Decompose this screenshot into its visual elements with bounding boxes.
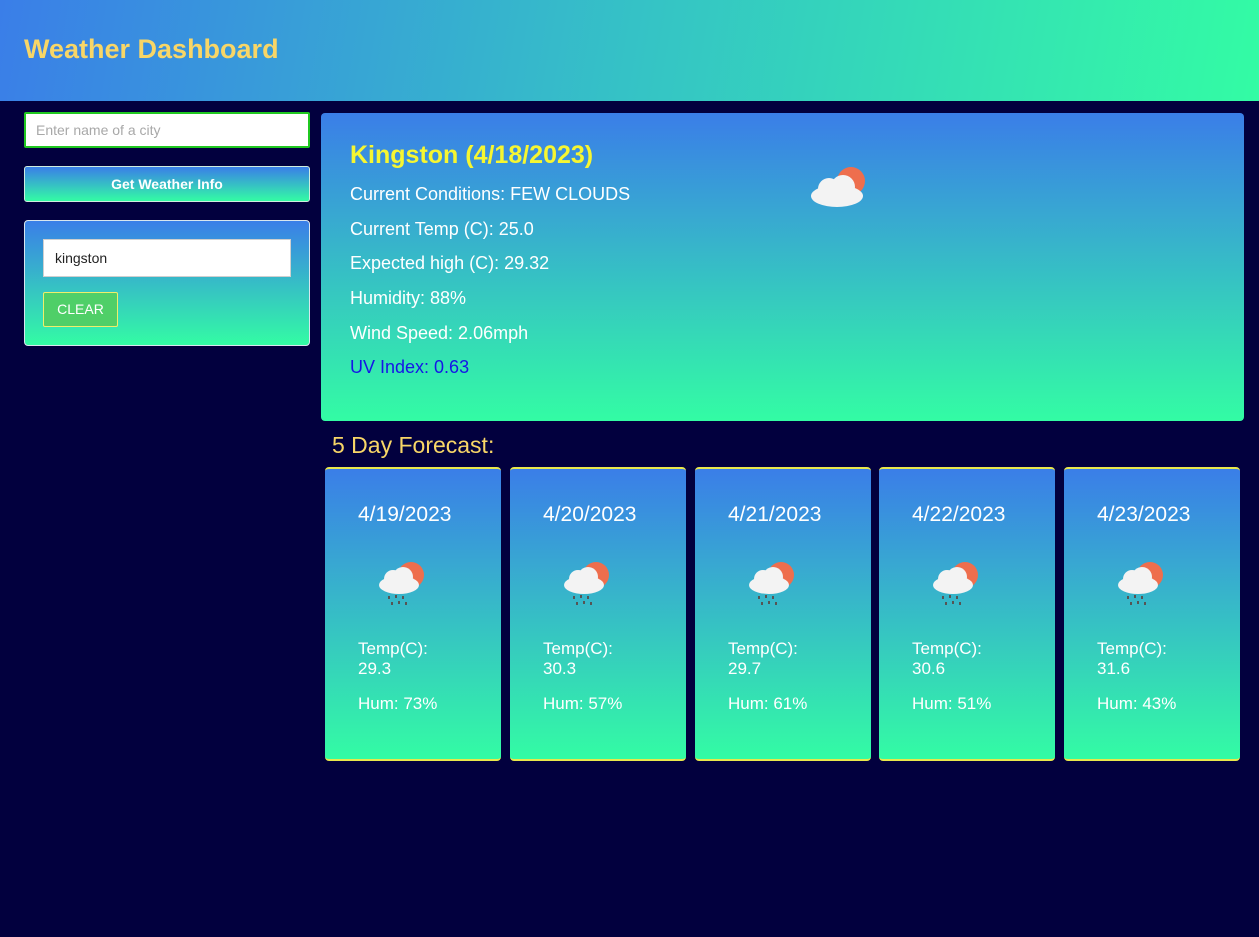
- forecast-card: 4/23/2023 Temp(C): 31.6 Hum: 43%: [1064, 467, 1240, 761]
- search-history-panel: kingston CLEAR: [24, 220, 310, 346]
- uv-index: UV Index: 0.63: [350, 357, 470, 377]
- forecast-card: 4/22/2023 Temp(C): 30.6 Hum: 51%: [879, 467, 1055, 761]
- header: Weather Dashboard: [0, 0, 1259, 101]
- forecast-temp-label: Temp(C):: [728, 639, 798, 658]
- forecast-title: 5 Day Forecast:: [332, 432, 495, 458]
- forecast-humidity: Hum: 43%: [1097, 694, 1177, 713]
- current-temp: Current Temp (C): 25.0: [350, 219, 534, 239]
- forecast-temp-value: 29.3: [358, 659, 392, 678]
- current-city-date: Kingston (4/18/2023): [350, 141, 594, 169]
- forecast-temp-label: Temp(C):: [1097, 639, 1167, 658]
- forecast-date: 4/20/2023: [543, 503, 637, 526]
- forecast-temp-value: 30.3: [543, 659, 577, 678]
- forecast-card: 4/20/2023 Temp(C): 30.3 Hum: 57%: [510, 467, 686, 761]
- forecast-temp-value: 31.6: [1097, 659, 1131, 678]
- forecast-temp-label: Temp(C):: [543, 639, 613, 658]
- history-item-kingston[interactable]: kingston: [43, 239, 291, 277]
- current-weather-panel: Kingston (4/18/2023) Current Conditions:…: [321, 113, 1244, 421]
- forecast-humidity: Hum: 57%: [543, 694, 623, 713]
- rain-cloud-sun-icon: [1118, 562, 1163, 605]
- rain-cloud-sun-icon: [379, 562, 424, 605]
- forecast-card: 4/21/2023 Temp(C): 29.7 Hum: 61%: [695, 467, 871, 761]
- rain-cloud-sun-icon: [749, 562, 794, 605]
- current-humidity: Humidity: 88%: [350, 288, 467, 308]
- forecast-humidity: Hum: 51%: [912, 694, 992, 713]
- current-conditions: Current Conditions: FEW CLOUDS: [350, 184, 631, 204]
- forecast-temp-label: Temp(C):: [912, 639, 982, 658]
- forecast-date: 4/22/2023: [912, 503, 1006, 526]
- forecast-temp-value: 30.6: [912, 659, 946, 678]
- city-search-input[interactable]: [24, 112, 310, 148]
- forecast-date: 4/21/2023: [728, 503, 822, 526]
- forecast-humidity: Hum: 61%: [728, 694, 808, 713]
- get-weather-button[interactable]: Get Weather Info: [24, 166, 310, 202]
- forecast-humidity: Hum: 73%: [358, 694, 438, 713]
- expected-high: Expected high (C): 29.32: [350, 253, 550, 273]
- page-title: Weather Dashboard: [24, 34, 279, 64]
- wind-speed: Wind Speed: 2.06mph: [350, 323, 529, 343]
- few-clouds-icon: [811, 167, 865, 207]
- forecast-temp-label: Temp(C):: [358, 639, 428, 658]
- forecast-date: 4/23/2023: [1097, 503, 1191, 526]
- forecast-date: 4/19/2023: [358, 503, 452, 526]
- rain-cloud-sun-icon: [933, 562, 978, 605]
- rain-cloud-sun-icon: [564, 562, 609, 605]
- clear-history-button[interactable]: CLEAR: [43, 292, 118, 327]
- forecast-card: 4/19/2023 Temp(C): 29.3 Hum: 73%: [325, 467, 501, 761]
- forecast-temp-value: 29.7: [728, 659, 762, 678]
